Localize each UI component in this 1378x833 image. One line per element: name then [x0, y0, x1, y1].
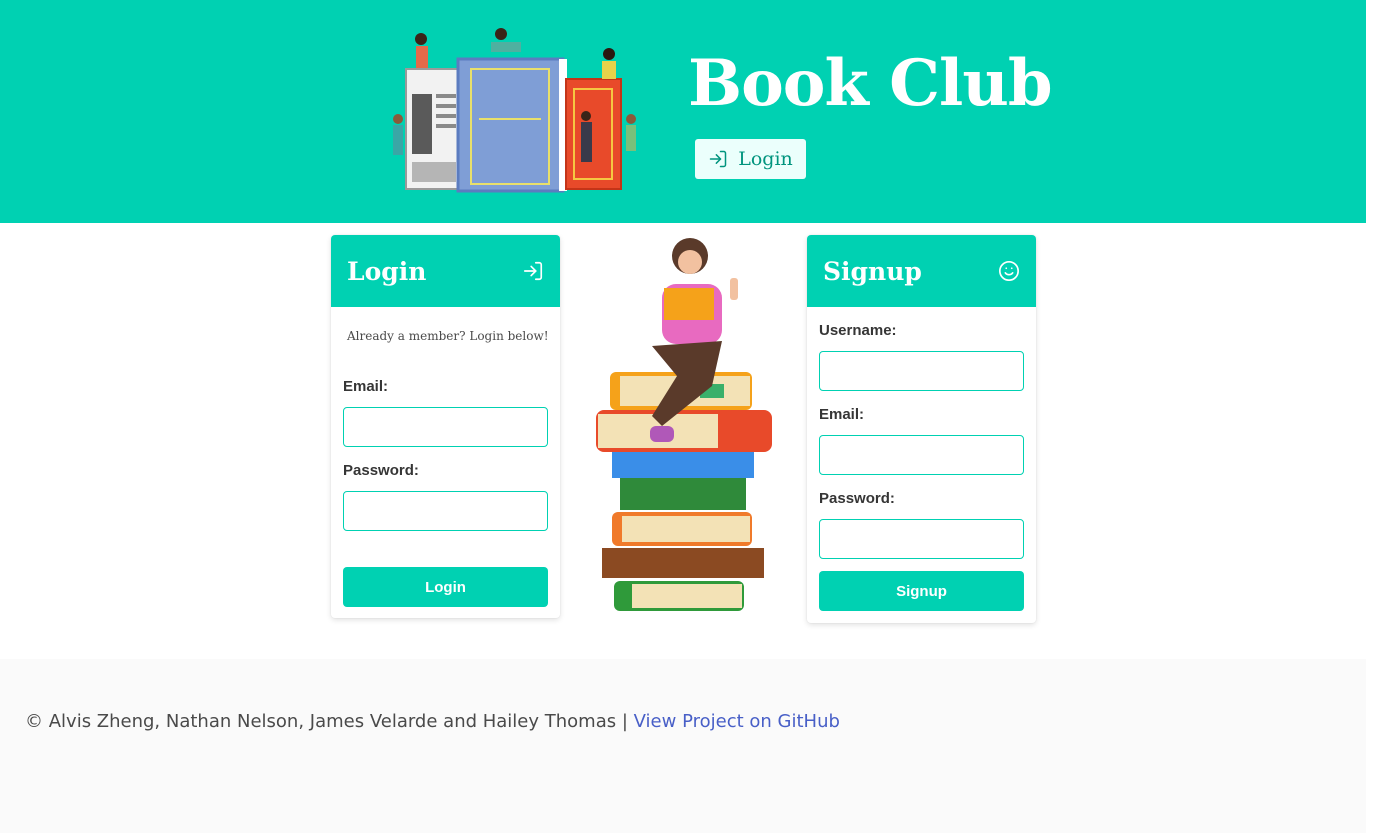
- site-title: Book Club: [688, 46, 1053, 121]
- login-email-input[interactable]: [343, 407, 548, 447]
- login-submit-button[interactable]: Login: [343, 567, 548, 607]
- signup-email-label: Email:: [819, 406, 865, 423]
- signup-card-title: Signup: [823, 256, 922, 286]
- smile-icon: [999, 261, 1019, 281]
- footer-credits: © Alvis Zheng, Nathan Nelson, James Vela…: [25, 711, 628, 732]
- login-password-label: Password:: [343, 462, 419, 479]
- login-note: Already a member? Login below!: [347, 329, 549, 343]
- books-illustration: [393, 28, 636, 193]
- login-card: Login Already a member? Login below! Ema…: [331, 235, 560, 618]
- sign-in-icon: [523, 261, 543, 281]
- signup-submit-button[interactable]: Signup: [819, 571, 1024, 611]
- site-header: Book Club Login: [0, 0, 1366, 223]
- login-email-label: Email:: [343, 378, 389, 395]
- signup-email-input[interactable]: [819, 435, 1024, 475]
- site-footer: [0, 659, 1366, 833]
- signup-username-label: Username:: [819, 322, 897, 339]
- signup-card: Signup Username: Email: Password: Signup: [807, 235, 1036, 623]
- footer-credits-line: © Alvis Zheng, Nathan Nelson, James Vela…: [25, 711, 840, 732]
- github-link[interactable]: View Project on GitHub: [634, 711, 840, 732]
- signup-username-input[interactable]: [819, 351, 1024, 391]
- login-password-input[interactable]: [343, 491, 548, 531]
- signup-card-header: Signup: [807, 235, 1036, 307]
- login-card-header: Login: [331, 235, 560, 307]
- sign-in-icon: [709, 150, 727, 168]
- header-login-label: Login: [738, 148, 793, 170]
- login-card-title: Login: [347, 256, 427, 286]
- signup-password-input[interactable]: [819, 519, 1024, 559]
- signup-password-label: Password:: [819, 490, 895, 507]
- header-login-button[interactable]: Login: [695, 139, 806, 179]
- reader-illustration: [596, 238, 772, 611]
